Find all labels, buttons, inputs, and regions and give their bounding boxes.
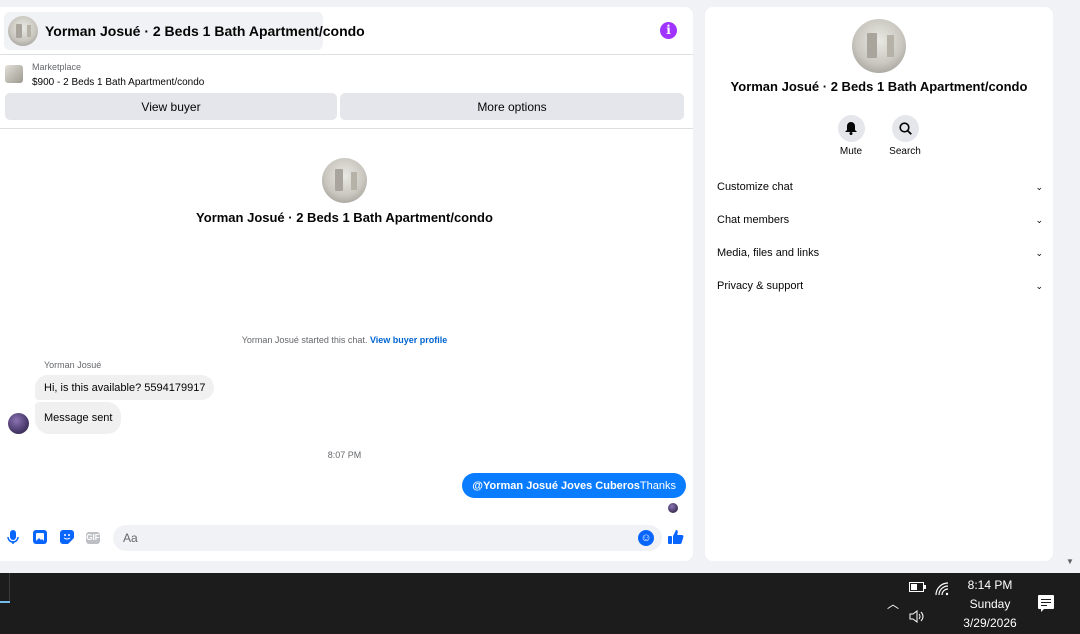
message-composer: GIF ☺ [0,522,693,554]
sticker-icon[interactable] [59,530,75,546]
clock-date[interactable]: 3/29/2026 [950,616,1030,630]
taskbar-divider [9,573,10,603]
message-input[interactable] [113,525,613,551]
info-avatar [852,19,906,73]
search-button[interactable]: Search [885,115,925,157]
chat-title: Yorman Josué · 2 Beds 1 Bath Apartment/c… [45,23,365,39]
wifi-icon[interactable] [935,582,949,599]
marketplace-listing[interactable]: Marketplace $900 - 2 Beds 1 Bath Apartme… [0,61,693,91]
listing-avatar [8,16,38,46]
customize-chat-item[interactable]: Customize chat ⌄ [717,177,1043,197]
mute-button[interactable]: Mute [831,115,871,157]
conversation-title: Yorman Josué · 2 Beds 1 Bath Apartment/c… [196,210,493,225]
marketplace-label: Marketplace [32,62,82,72]
conversation-info-panel: Yorman Josué · 2 Beds 1 Bath Apartment/c… [705,7,1053,561]
seen-indicator-avatar [668,503,678,513]
thumbs-up-icon[interactable] [668,529,685,546]
clock-time[interactable]: 8:14 PM [950,578,1030,592]
system-message-text: Yorman Josué started this chat. [241,335,368,345]
notifications-icon[interactable] [1038,595,1054,612]
chat-panel: Yorman Josué · 2 Beds 1 Bath Apartment/c… [0,7,693,561]
listing-title: $900 - 2 Beds 1 Bath Apartment/condo [32,77,205,88]
clock-day[interactable]: Sunday [950,597,1030,611]
battery-icon[interactable] [909,582,926,595]
active-task-indicator [0,601,10,603]
chevron-down-icon: ⌄ [1035,280,1043,291]
emoji-icon[interactable]: ☺ [638,530,654,546]
sender-name: Yorman Josué [44,360,102,370]
gif-icon[interactable]: GIF [86,532,100,544]
show-hidden-icons-icon[interactable]: ︿ [887,595,899,612]
sender-avatar[interactable] [8,413,29,434]
chevron-down-icon: ⌄ [1035,247,1043,258]
media-files-links-item[interactable]: Media, files and links ⌄ [717,243,1043,263]
privacy-support-item[interactable]: Privacy & support ⌄ [717,276,1043,296]
chat-header: Yorman Josué · 2 Beds 1 Bath Apartment/c… [0,7,693,55]
incoming-message[interactable]: Hi, is this available? 5594179917 [35,375,215,400]
outgoing-message-text: Thanks [639,479,676,492]
view-buyer-profile-link[interactable]: View buyer profile [370,335,447,345]
search-icon [891,115,919,142]
microphone-icon[interactable] [5,530,21,546]
menu-item-label: Media, files and links [717,247,820,259]
info-icon[interactable]: i [660,22,677,39]
volume-icon[interactable] [909,610,926,626]
listing-thumbnail [5,65,23,83]
bell-icon [837,115,865,142]
search-label: Search [889,146,921,157]
message-input-wrapper [113,525,662,551]
mute-label: Mute [839,146,863,157]
conversation-avatar [322,158,367,203]
menu-item-label: Chat members [717,214,790,226]
menu-item-label: Privacy & support [717,280,804,292]
message-timestamp: 8:07 PM [327,450,362,460]
photo-icon[interactable] [32,530,48,546]
chevron-down-icon: ⌄ [1035,214,1043,225]
info-title: Yorman Josué · 2 Beds 1 Bath Apartment/c… [730,79,1028,94]
incoming-message[interactable]: Message sent [35,402,122,434]
menu-item-label: Customize chat [717,181,793,193]
view-buyer-button[interactable]: View buyer [5,93,337,120]
divider [0,128,693,129]
chat-members-item[interactable]: Chat members ⌄ [717,210,1043,230]
mention[interactable]: @Yorman Josué Joves Cuberos [472,480,640,492]
taskbar: ︿ 8:14 PM Sunday 3/29/2026 [0,573,1080,634]
outgoing-message[interactable]: @Yorman Josué Joves Cuberos Thanks [462,473,686,498]
more-options-button[interactable]: More options [340,93,684,120]
system-message: Yorman Josué started this chat. View buy… [0,335,689,345]
scroll-down-arrow[interactable]: ▼ [1066,557,1074,566]
chevron-down-icon: ⌄ [1035,181,1043,192]
chat-title-button[interactable]: Yorman Josué · 2 Beds 1 Bath Apartment/c… [4,12,365,50]
